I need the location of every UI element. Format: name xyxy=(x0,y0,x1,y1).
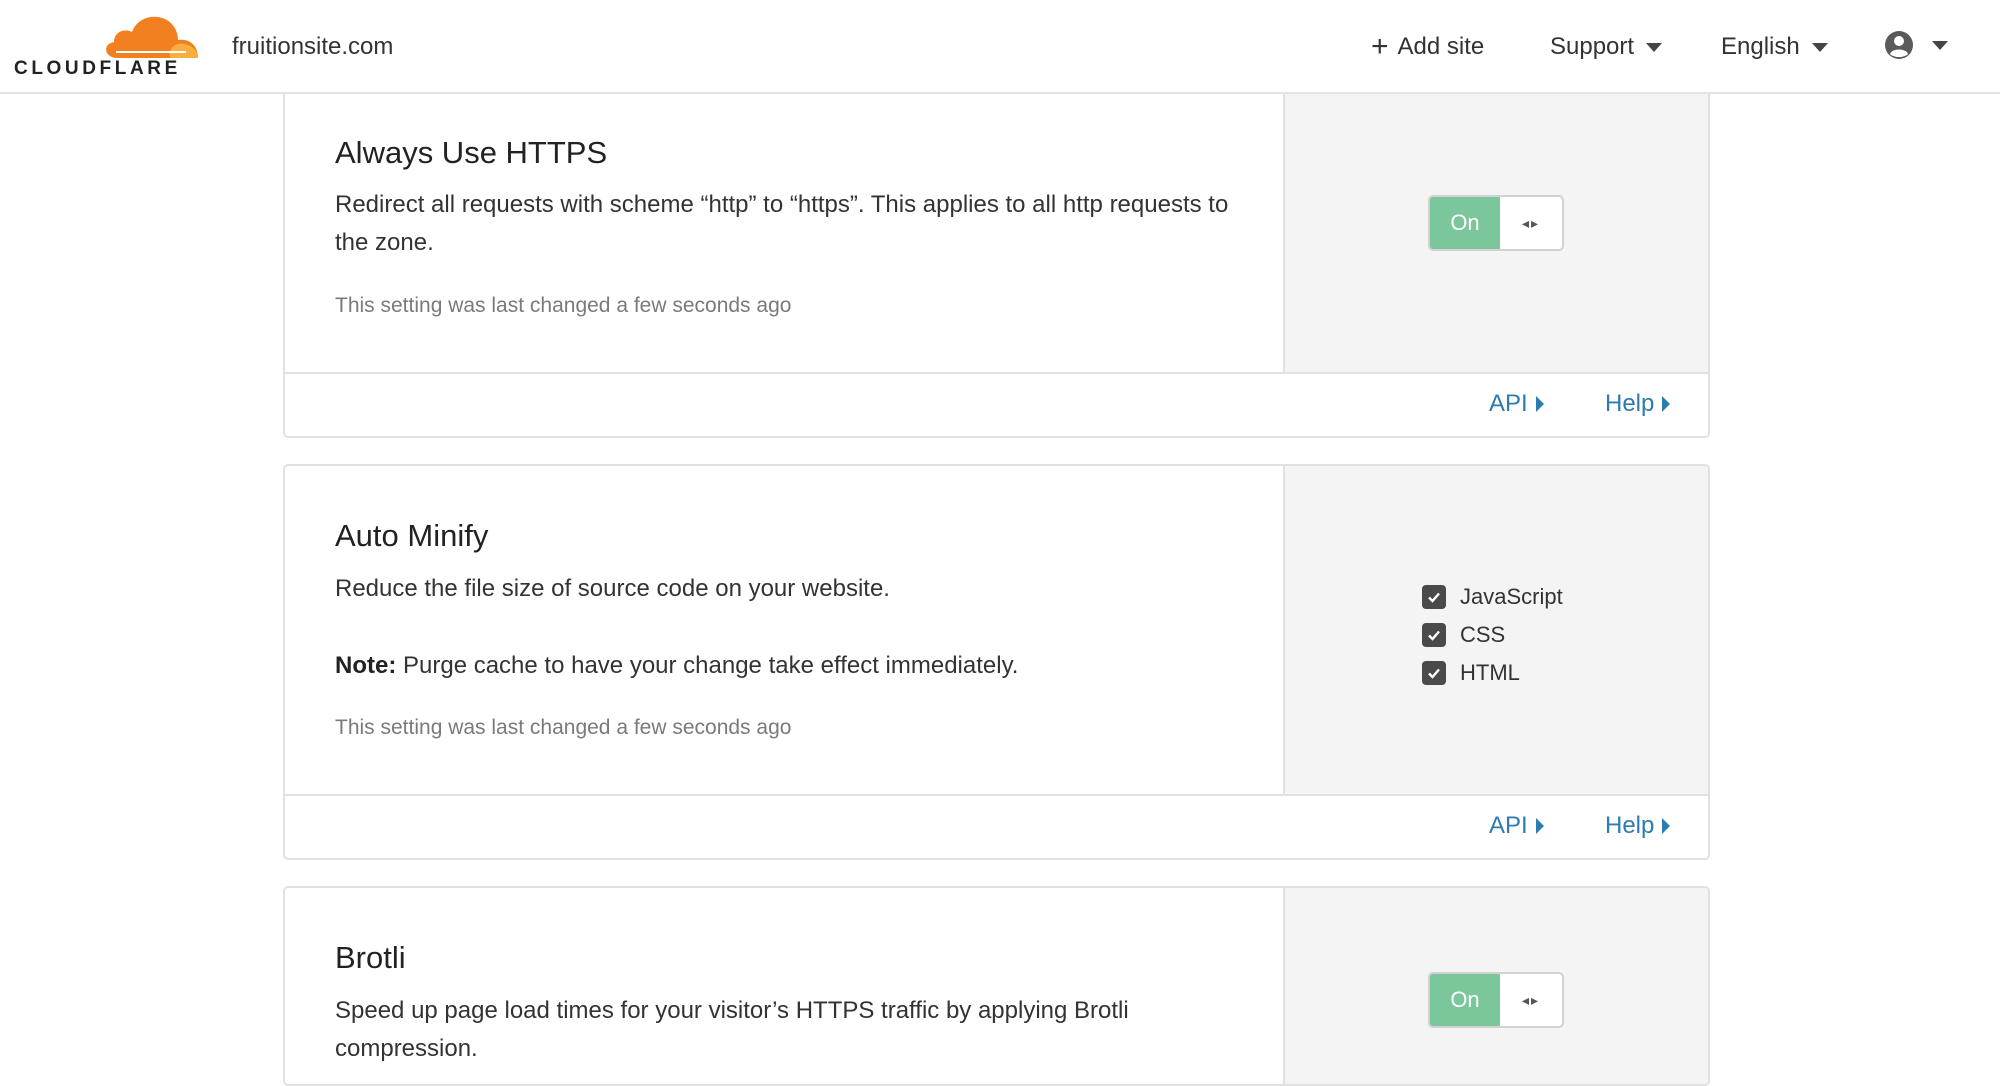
card-control-panel: JavaScript CSS HTML xyxy=(1283,466,1708,796)
card-footer: API Help xyxy=(285,372,1708,436)
card-title: Auto Minify xyxy=(335,518,489,553)
checkbox-label: CSS xyxy=(1460,622,1506,647)
language-menu[interactable]: English xyxy=(1721,33,1828,61)
card-content: Always Use HTTPS Redirect all requests w… xyxy=(285,62,1283,376)
card-content: Auto Minify Reduce the file size of sour… xyxy=(285,466,1283,796)
card-description: Redirect all requests with scheme “http”… xyxy=(335,191,1229,256)
toggle-handle-icon: ◂▸ xyxy=(1521,991,1541,1008)
card-control-panel: On ◂▸ xyxy=(1283,888,1708,1084)
api-link-label: API xyxy=(1489,812,1528,839)
card-title: Always Use HTTPS xyxy=(335,135,608,170)
chevron-down-icon xyxy=(1811,42,1828,52)
card-note: Note: Purge cache to have your change ta… xyxy=(335,652,1018,680)
https-toggle[interactable]: On ◂▸ xyxy=(1428,195,1564,251)
add-site-button[interactable]: + Add site xyxy=(1371,30,1485,63)
toggle-on-label: On xyxy=(1430,197,1500,249)
caret-right-icon xyxy=(1662,818,1671,834)
brotli-card: Brotli Speed up page load times for your… xyxy=(283,886,1710,1086)
auto-minify-card: Auto Minify Reduce the file size of sour… xyxy=(283,464,1710,860)
checkbox-label: HTML xyxy=(1460,660,1520,685)
card-footer: API Help xyxy=(285,794,1708,858)
card-description: Speed up page load times for your visito… xyxy=(335,997,1129,1062)
card-control-panel: On ◂▸ xyxy=(1283,62,1708,376)
brotli-toggle[interactable]: On ◂▸ xyxy=(1428,972,1564,1028)
chevron-down-icon xyxy=(1646,42,1663,52)
api-link[interactable]: API xyxy=(1489,390,1544,418)
toggle-on-label: On xyxy=(1430,974,1500,1026)
support-menu[interactable]: Support xyxy=(1550,33,1663,61)
caret-right-icon xyxy=(1535,818,1544,834)
checkbox-checked-icon xyxy=(1422,623,1446,647)
api-link-label: API xyxy=(1489,390,1528,417)
user-avatar-icon xyxy=(1885,31,1913,59)
minify-html-checkbox[interactable]: HTML xyxy=(1422,654,1563,692)
minify-options: JavaScript CSS HTML xyxy=(1422,578,1563,692)
minify-javascript-checkbox[interactable]: JavaScript xyxy=(1422,578,1563,616)
api-link[interactable]: API xyxy=(1489,812,1544,840)
toggle-handle-icon: ◂▸ xyxy=(1521,214,1541,231)
help-link[interactable]: Help xyxy=(1605,812,1671,840)
help-link[interactable]: Help xyxy=(1605,390,1671,418)
top-header: CLOUDFLARE fruitionsite.com + Add site S… xyxy=(0,0,2000,94)
card-content: Brotli Speed up page load times for your… xyxy=(285,888,1283,1084)
user-menu[interactable] xyxy=(1884,30,1948,60)
checkbox-label: JavaScript xyxy=(1460,584,1563,609)
plus-icon: + xyxy=(1371,30,1389,63)
last-changed-text: This setting was last changed a few seco… xyxy=(335,294,792,317)
site-name[interactable]: fruitionsite.com xyxy=(232,33,393,61)
logo-wordmark: CLOUDFLARE xyxy=(14,58,181,79)
cloudflare-logo[interactable]: CLOUDFLARE xyxy=(14,14,198,79)
always-use-https-card: Always Use HTTPS Redirect all requests w… xyxy=(283,60,1710,438)
cloud-logo-icon xyxy=(106,16,198,58)
support-label: Support xyxy=(1550,33,1635,60)
language-label: English xyxy=(1721,33,1800,60)
checkbox-checked-icon xyxy=(1422,585,1446,609)
note-label: Note: xyxy=(335,652,397,679)
caret-right-icon xyxy=(1535,396,1544,412)
card-title: Brotli xyxy=(335,940,406,975)
chevron-down-icon xyxy=(1932,40,1948,50)
add-site-label: Add site xyxy=(1397,33,1485,60)
caret-right-icon xyxy=(1662,396,1671,412)
minify-css-checkbox[interactable]: CSS xyxy=(1422,616,1563,654)
help-link-label: Help xyxy=(1605,812,1655,839)
checkbox-checked-icon xyxy=(1422,661,1446,685)
help-link-label: Help xyxy=(1605,390,1655,417)
last-changed-text: This setting was last changed a few seco… xyxy=(335,716,792,739)
card-description: Reduce the file size of source code on y… xyxy=(335,575,890,602)
note-text: Purge cache to have your change take eff… xyxy=(396,652,1019,679)
